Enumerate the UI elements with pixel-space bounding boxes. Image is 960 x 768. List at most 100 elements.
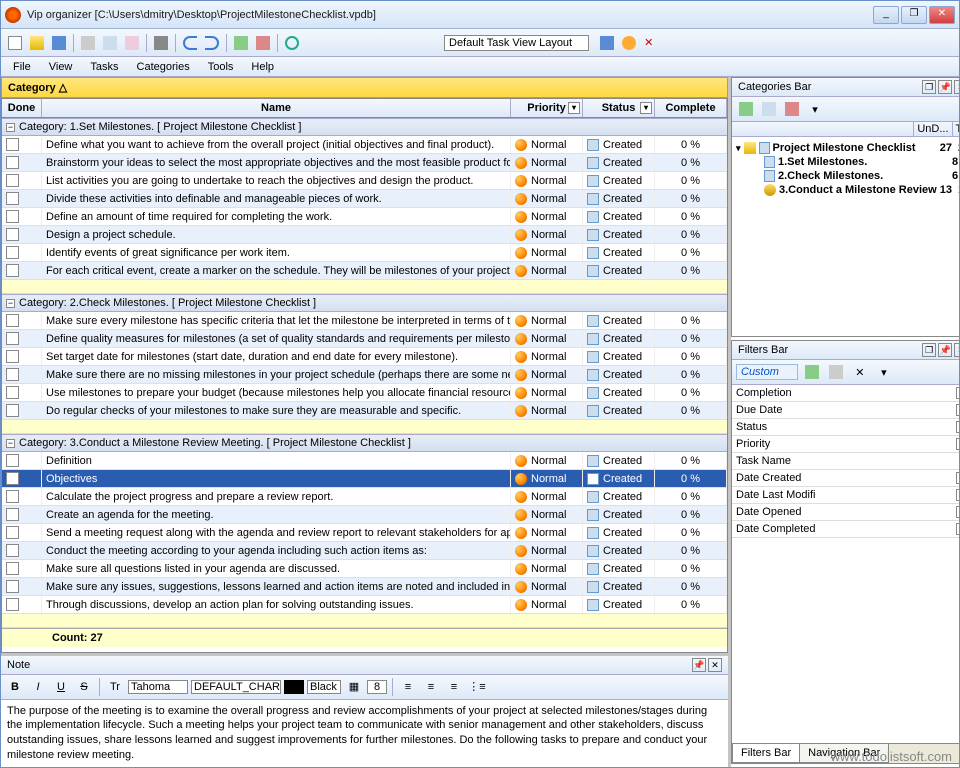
task-row[interactable]: Do regular checks of your milestones to …: [2, 402, 727, 420]
font-size[interactable]: 8: [367, 680, 387, 694]
done-checkbox[interactable]: [6, 508, 19, 521]
menu-file[interactable]: File: [5, 59, 39, 75]
settings-icon[interactable]: [619, 33, 639, 53]
chevron-down-icon[interactable]: ▾: [956, 489, 959, 501]
col-done[interactable]: Done: [2, 99, 42, 117]
filter-row[interactable]: Date Last Modifi▾: [732, 487, 959, 504]
close-icon[interactable]: ✕: [954, 80, 959, 94]
align-left-icon[interactable]: ≡: [398, 677, 418, 697]
task-row[interactable]: Through discussions, develop an action p…: [2, 596, 727, 614]
done-checkbox[interactable]: [6, 562, 19, 575]
strike-icon[interactable]: S: [74, 677, 94, 697]
category-row[interactable]: −Category: 3.Conduct a Milestone Review …: [2, 434, 727, 452]
task-row[interactable]: Set target date for milestones (start da…: [2, 348, 727, 366]
font-color[interactable]: Black: [307, 680, 341, 694]
align-right-icon[interactable]: ≡: [444, 677, 464, 697]
done-checkbox[interactable]: [6, 404, 19, 417]
chevron-down-icon[interactable]: ▾: [568, 102, 580, 114]
restore-icon[interactable]: ❐: [922, 343, 936, 357]
chevron-down-icon[interactable]: ▾: [956, 438, 959, 450]
task-row[interactable]: Conduct the meeting according to your ag…: [2, 542, 727, 560]
filter-row[interactable]: Date Created▾: [732, 470, 959, 487]
category-row[interactable]: −Category: 1.Set Milestones. [ Project M…: [2, 118, 727, 136]
chevron-down-icon[interactable]: ▾: [956, 472, 959, 484]
done-checkbox[interactable]: [6, 210, 19, 223]
menu-tasks[interactable]: Tasks: [82, 59, 126, 75]
menu-tools[interactable]: Tools: [200, 59, 242, 75]
font-style[interactable]: DEFAULT_CHAR: [191, 680, 281, 694]
chevron-down-icon[interactable]: ▾: [956, 421, 959, 433]
chevron-down-icon[interactable]: ▾: [956, 506, 959, 518]
col-complete[interactable]: Complete: [655, 99, 727, 117]
task-row[interactable]: Make sure any issues, suggestions, lesso…: [2, 578, 727, 596]
layout-save-icon[interactable]: [597, 33, 617, 53]
pin-icon[interactable]: 📌: [938, 80, 952, 94]
collapse-icon[interactable]: −: [6, 123, 15, 132]
col-status[interactable]: Status▾: [583, 99, 655, 117]
task-row[interactable]: Make sure every milestone has specific c…: [2, 312, 727, 330]
filter-row[interactable]: Date Opened▾: [732, 504, 959, 521]
done-checkbox[interactable]: [6, 246, 19, 259]
task-row[interactable]: Define quality measures for milestones (…: [2, 330, 727, 348]
print-icon[interactable]: [151, 33, 171, 53]
bold-icon[interactable]: B: [5, 677, 25, 697]
task-add-icon[interactable]: [231, 33, 251, 53]
menu-view[interactable]: View: [41, 59, 81, 75]
tree-item[interactable]: 3.Conduct a Milestone Review1313: [736, 183, 959, 197]
chevron-down-icon[interactable]: ▾: [956, 387, 959, 399]
note-body[interactable]: The purpose of the meeting is to examine…: [1, 700, 728, 767]
chevron-down-icon[interactable]: ▾: [956, 404, 959, 416]
task-row[interactable]: Define an amount of time required for co…: [2, 208, 727, 226]
col-undone[interactable]: UnD...: [914, 122, 952, 136]
done-checkbox[interactable]: [6, 472, 19, 485]
refresh-icon[interactable]: [282, 33, 302, 53]
tree-item[interactable]: 1.Set Milestones.88: [736, 155, 959, 169]
maximize-button[interactable]: ❐: [901, 6, 927, 24]
filter-delete-icon[interactable]: ✕: [850, 362, 870, 382]
filter-row[interactable]: Completion▾: [732, 385, 959, 402]
align-center-icon[interactable]: ≡: [421, 677, 441, 697]
task-row[interactable]: Make sure there are no missing milestone…: [2, 366, 727, 384]
filter-apply-icon[interactable]: [802, 362, 822, 382]
task-row[interactable]: List activities you are going to underta…: [2, 172, 727, 190]
done-checkbox[interactable]: [6, 580, 19, 593]
done-checkbox[interactable]: [6, 454, 19, 467]
done-checkbox[interactable]: [6, 350, 19, 363]
done-checkbox[interactable]: [6, 368, 19, 381]
cut-icon[interactable]: [78, 33, 98, 53]
close-icon[interactable]: ✕: [708, 658, 722, 672]
tree-item[interactable]: 2.Check Milestones.66: [736, 169, 959, 183]
filter-more-icon[interactable]: ▾: [874, 362, 894, 382]
task-row[interactable]: Divide these activities into definable a…: [2, 190, 727, 208]
close-icon[interactable]: ✕: [954, 343, 959, 357]
done-checkbox[interactable]: [6, 228, 19, 241]
font-name[interactable]: Tahoma: [128, 680, 188, 694]
col-priority[interactable]: Priority▾: [511, 99, 583, 117]
filter-row[interactable]: Priority▾: [732, 436, 959, 453]
menu-help[interactable]: Help: [243, 59, 282, 75]
open-icon[interactable]: [27, 33, 47, 53]
bullets-icon[interactable]: ⋮≡: [467, 677, 487, 697]
menu-categories[interactable]: Categories: [129, 59, 198, 75]
minimize-button[interactable]: _: [873, 6, 899, 24]
undo-icon[interactable]: [180, 33, 200, 53]
category-tree[interactable]: ▾Project Milestone Checklist27271.Set Mi…: [732, 137, 959, 336]
task-row[interactable]: DefinitionNormalCreated0 %: [2, 452, 727, 470]
color-swatch[interactable]: [284, 680, 304, 694]
task-row[interactable]: Use milestones to prepare your budget (b…: [2, 384, 727, 402]
done-checkbox[interactable]: [6, 332, 19, 345]
done-checkbox[interactable]: [6, 156, 19, 169]
done-checkbox[interactable]: [6, 314, 19, 327]
edit-category-icon[interactable]: [759, 99, 779, 119]
delete-category-icon[interactable]: [782, 99, 802, 119]
done-checkbox[interactable]: [6, 174, 19, 187]
filter-name[interactable]: Custom: [736, 364, 798, 380]
pin-icon[interactable]: 📌: [692, 658, 706, 672]
chevron-down-icon[interactable]: ▾: [640, 102, 652, 114]
layout-combo[interactable]: Default Task View Layout: [444, 35, 589, 51]
tab-filters[interactable]: Filters Bar: [732, 744, 800, 763]
done-checkbox[interactable]: [6, 526, 19, 539]
task-row[interactable]: Make sure all questions listed in your a…: [2, 560, 727, 578]
filter-row[interactable]: Task Name: [732, 453, 959, 470]
close-button[interactable]: ✕: [929, 6, 955, 24]
